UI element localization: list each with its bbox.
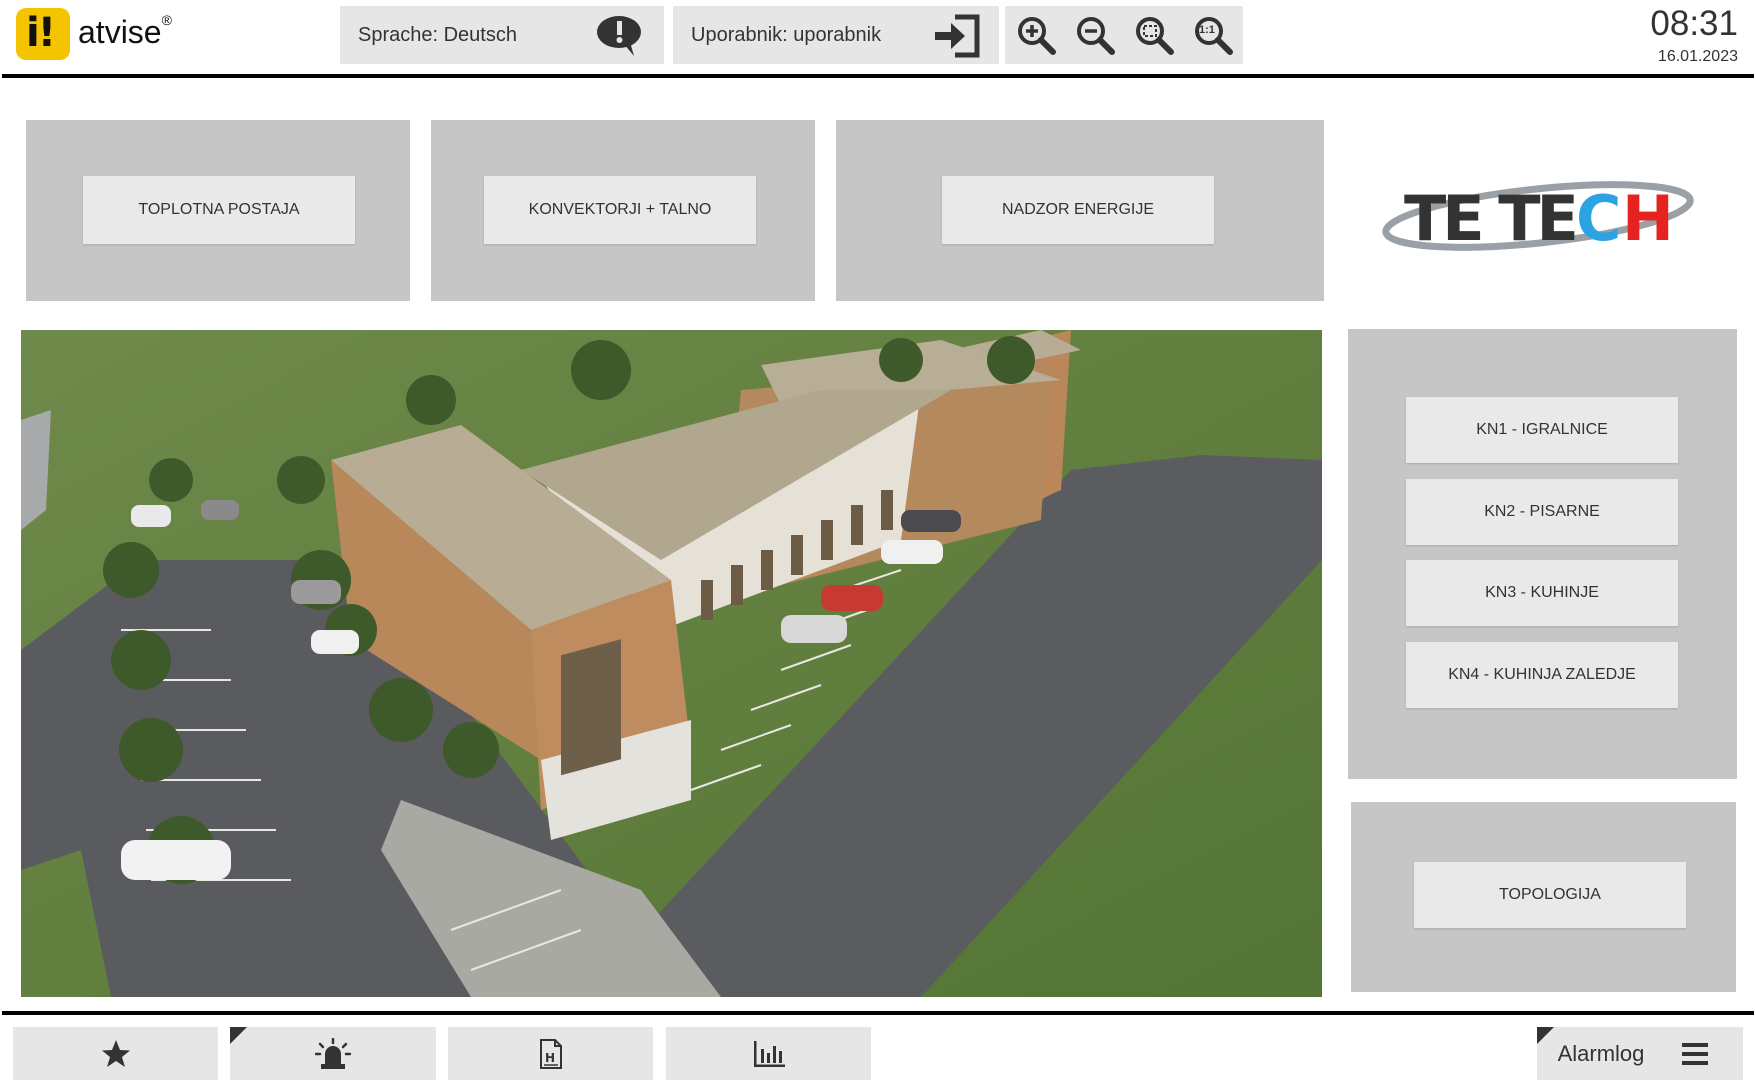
kn3-kuhinje-button[interactable]: KN3 - KUHINJE bbox=[1406, 560, 1678, 626]
svg-text:C: C bbox=[1576, 182, 1622, 255]
alarmlog-label: Alarmlog bbox=[1557, 1040, 1645, 1066]
main-menu-button[interactable] bbox=[1647, 1027, 1743, 1080]
user-label: Uporabnik: uporabnik bbox=[691, 23, 882, 46]
bar-chart-icon bbox=[753, 1040, 785, 1067]
nadzor-energije-button[interactable]: NADZOR ENERGIJE bbox=[942, 176, 1214, 244]
building-rendering-image bbox=[21, 330, 1322, 997]
alarm-siren-icon bbox=[315, 1037, 351, 1069]
kn1-igralnice-button[interactable]: KN1 - IGRALNICE bbox=[1406, 397, 1678, 463]
alarms-button[interactable] bbox=[230, 1027, 436, 1080]
clock-date: 16.01.2023 bbox=[1657, 48, 1738, 65]
header-divider bbox=[2, 74, 1754, 78]
corner-indicator bbox=[230, 1027, 247, 1044]
topologija-button[interactable]: TOPOLOGIJA bbox=[1414, 862, 1686, 928]
menu-icon bbox=[1682, 1042, 1708, 1065]
logout-icon bbox=[935, 14, 980, 58]
kn2-pisarne-button[interactable]: KN2 - PISARNE bbox=[1406, 479, 1678, 545]
user-logout-button[interactable]: Uporabnik: uporabnik bbox=[673, 6, 999, 64]
report-icon: H bbox=[539, 1038, 562, 1069]
panel-nadzor-energije: NADZOR ENERGIJE bbox=[836, 120, 1324, 301]
konvektorji-talno-button[interactable]: KONVEKTORJI + TALNO bbox=[484, 176, 756, 244]
alarmlog-button[interactable]: Alarmlog bbox=[1537, 1027, 1665, 1080]
footer-divider bbox=[2, 1011, 1754, 1015]
atvise-logo-text: atvise® bbox=[78, 12, 172, 50]
trends-button[interactable] bbox=[666, 1027, 871, 1080]
svg-text:H: H bbox=[545, 1051, 555, 1065]
svg-text:H: H bbox=[1622, 182, 1674, 255]
reports-button[interactable]: H bbox=[448, 1027, 653, 1080]
zoom-in-icon[interactable] bbox=[1015, 14, 1057, 56]
zoom-reset-icon[interactable]: 1:1 bbox=[1192, 14, 1234, 56]
panel-toplotna-postaja: TOPLOTNA POSTAJA bbox=[26, 120, 410, 301]
clock-time: 08:31 bbox=[1650, 4, 1738, 43]
svg-text:TE TE: TE TE bbox=[1404, 182, 1575, 255]
zoom-fit-icon[interactable] bbox=[1133, 14, 1175, 56]
star-icon bbox=[101, 1039, 130, 1067]
panel-topologija: TOPOLOGIJA bbox=[1351, 802, 1736, 992]
zoom-toolbar: 1:1 bbox=[1005, 6, 1243, 64]
language-label: Sprache: Deutsch bbox=[358, 23, 517, 46]
toplotna-postaja-button[interactable]: TOPLOTNA POSTAJA bbox=[83, 176, 355, 244]
panel-konvektorji-talno: KONVEKTORJI + TALNO bbox=[431, 120, 815, 301]
zoom-out-icon[interactable] bbox=[1074, 14, 1116, 56]
favorites-button[interactable] bbox=[13, 1027, 218, 1080]
speech-bubble-icon bbox=[597, 16, 641, 56]
language-button[interactable]: Sprache: Deutsch bbox=[340, 6, 664, 64]
corner-indicator bbox=[1537, 1027, 1554, 1044]
te-tech-logo: TE TE C H bbox=[1382, 181, 1694, 255]
atvise-logo-badge: i! bbox=[16, 8, 70, 60]
kn4-kuhinja-zaledje-button[interactable]: KN4 - KUHINJA ZALEDJE bbox=[1406, 642, 1678, 708]
panel-kn-zones: KN1 - IGRALNICE KN2 - PISARNE KN3 - KUHI… bbox=[1348, 329, 1737, 779]
